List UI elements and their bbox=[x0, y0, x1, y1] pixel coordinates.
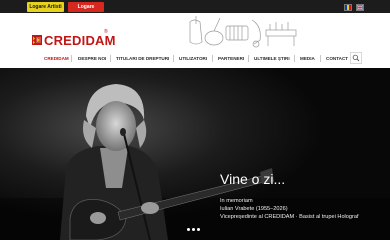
credidam-logo-icon[interactable] bbox=[32, 35, 42, 45]
carousel-dot[interactable] bbox=[187, 228, 190, 231]
nav-item-despre-noi[interactable]: DESPRE NOI bbox=[78, 53, 106, 64]
registered-mark: ® bbox=[104, 29, 108, 35]
nav-divider bbox=[294, 55, 295, 62]
nav-item-credidam[interactable]: CREDIDAM bbox=[44, 53, 69, 64]
flag-ro-icon[interactable] bbox=[344, 4, 352, 11]
nav-item-contact[interactable]: CONTACT bbox=[326, 53, 348, 64]
hero-slider[interactable]: Vine o zi... In memoriam Iulian Vrabete … bbox=[0, 68, 390, 240]
instruments-illustration bbox=[189, 16, 297, 48]
hero-title: Vine o zi... bbox=[220, 171, 286, 187]
nav-divider bbox=[71, 55, 72, 62]
nav-item-titulari[interactable]: TITULARI DE DREPTURI bbox=[116, 53, 169, 64]
nav-item-parteneri[interactable]: PARTENERI bbox=[218, 53, 244, 64]
nav-divider bbox=[248, 55, 249, 62]
nav-divider bbox=[320, 55, 321, 62]
nav-item-utilizatori[interactable]: UTILIZATORI bbox=[179, 53, 207, 64]
carousel-dot[interactable] bbox=[197, 228, 200, 231]
hero-memoriam-text: In memoriam bbox=[220, 198, 253, 204]
nav-divider bbox=[110, 55, 111, 62]
main-nav: CREDIDAM DESPRE NOI TITULARI DE DREPTURI… bbox=[36, 53, 352, 64]
nav-item-media[interactable]: MEDIA bbox=[300, 53, 315, 64]
search-button[interactable] bbox=[350, 52, 362, 64]
search-icon bbox=[352, 54, 360, 62]
nav-divider bbox=[173, 55, 174, 62]
login-artists-button[interactable]: Logare Artisti bbox=[27, 2, 64, 12]
logo-wordmark[interactable]: CREDIDAM bbox=[44, 34, 116, 47]
hero-name-text: Iulian Vrabete (1955–2026) bbox=[220, 206, 288, 212]
nav-item-ultimele-stiri[interactable]: ULTIMELE ȘTIRI bbox=[254, 53, 290, 64]
top-bar: Logare Artisti Logare utilizatori bbox=[0, 0, 390, 20]
nav-divider bbox=[212, 55, 213, 62]
carousel-dot[interactable] bbox=[192, 228, 195, 231]
hero-role-text: Vicepreședinte al CREDIDAM · Basist al t… bbox=[220, 214, 359, 220]
flag-uk-icon[interactable] bbox=[356, 4, 364, 11]
login-users-button[interactable]: Logare utilizatori bbox=[68, 2, 104, 20]
